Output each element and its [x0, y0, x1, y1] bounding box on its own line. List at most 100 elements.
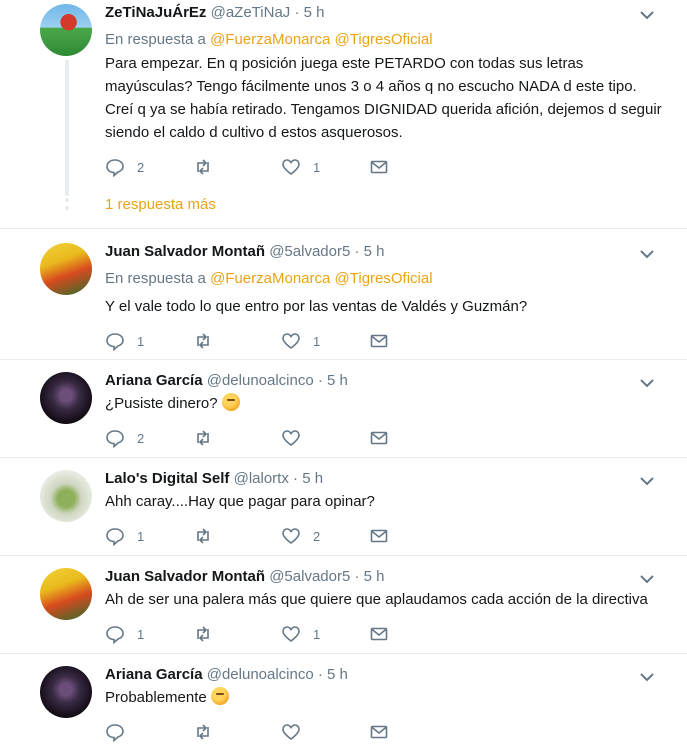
avatar[interactable] — [40, 568, 92, 620]
reply-context: En respuesta a @FuerzaMonarca @TigresOfi… — [105, 31, 433, 48]
handle[interactable]: @delunoalcinco — [207, 372, 314, 389]
chevron-down-icon[interactable] — [639, 375, 655, 391]
envelope-icon — [370, 431, 388, 445]
mention-link[interactable]: @TigresOficial — [335, 31, 433, 48]
chevron-down-icon[interactable] — [639, 473, 655, 489]
reply-button[interactable]: 1 — [105, 526, 144, 546]
reply-icon — [106, 430, 124, 448]
timestamp[interactable]: · 5 h — [294, 4, 324, 21]
reply-button[interactable]: 1 — [105, 331, 144, 351]
tweet[interactable]: Ariana García @delunoalcinco · 5 h ¿Pusi… — [0, 370, 687, 458]
retweet-button[interactable] — [193, 428, 225, 448]
retweet-icon — [197, 430, 209, 446]
retweet-button[interactable] — [193, 722, 225, 742]
reply-count: 2 — [137, 430, 145, 446]
reply-prefix: En respuesta a — [105, 31, 206, 48]
reply-button[interactable] — [105, 722, 137, 742]
divider — [0, 359, 687, 360]
dm-button[interactable] — [369, 428, 389, 448]
dm-button[interactable] — [369, 157, 389, 177]
divider — [0, 457, 687, 458]
like-button[interactable] — [281, 722, 313, 742]
chevron-down-icon[interactable] — [639, 669, 655, 685]
heart-icon — [282, 159, 300, 176]
divider — [0, 653, 687, 654]
mention-link[interactable]: @FuerzaMonarca — [210, 31, 330, 48]
mention-link[interactable]: @TigresOficial — [335, 270, 433, 287]
tweet-text: Y el vale todo lo que entro por las vent… — [105, 298, 528, 315]
retweet-button[interactable] — [193, 157, 225, 177]
thread-dots — [65, 198, 69, 214]
dm-button[interactable] — [369, 331, 389, 351]
dm-button[interactable] — [369, 722, 389, 742]
dm-button[interactable] — [369, 624, 389, 644]
like-button[interactable]: 1 — [281, 157, 320, 177]
handle[interactable]: @lalortx — [234, 470, 289, 487]
mention-link[interactable]: @FuerzaMonarca — [210, 270, 330, 287]
show-more-replies-link[interactable]: 1 respuesta más — [105, 196, 216, 213]
tweet[interactable]: Ariana García @delunoalcinco · 5 h Proba… — [0, 664, 687, 750]
avatar[interactable] — [40, 372, 92, 424]
retweet-button[interactable] — [193, 624, 225, 644]
display-name[interactable]: Lalo's Digital Self — [105, 470, 229, 487]
timestamp[interactable]: · 5 h — [318, 372, 348, 389]
chevron-down-icon[interactable] — [639, 571, 655, 587]
tweet-text-row: ¿Pusiste dinero? — [105, 392, 665, 415]
display-name[interactable]: Juan Salvador Montañ — [105, 568, 265, 585]
avatar[interactable] — [40, 666, 92, 718]
tweet[interactable]: Lalo's Digital Self @lalortx · 5 h Ahh c… — [0, 468, 687, 556]
reply-icon — [106, 528, 124, 546]
tweet-text: ¿Pusiste dinero? — [105, 395, 218, 412]
avatar[interactable] — [40, 4, 92, 56]
display-name[interactable]: ZeTiNaJuÁrEz — [105, 4, 206, 21]
reply-count: 2 — [137, 159, 145, 175]
like-button[interactable]: 1 — [281, 331, 320, 351]
retweet-button[interactable] — [193, 331, 225, 351]
handle[interactable]: @5alvador5 — [269, 568, 350, 585]
chevron-down-icon[interactable] — [639, 246, 655, 262]
handle[interactable]: @delunoalcinco — [207, 666, 314, 683]
tweet[interactable]: Juan Salvador Montañ @5alvador5 · 5 h Ah… — [0, 566, 687, 654]
envelope-icon — [370, 160, 388, 174]
tweet-text-row: Probablemente — [105, 686, 665, 709]
dm-button[interactable] — [369, 526, 389, 546]
thread-line — [65, 60, 69, 196]
heart-icon — [282, 724, 300, 741]
display-name[interactable]: Ariana García — [105, 666, 203, 683]
display-name[interactable]: Ariana García — [105, 372, 203, 389]
tweet[interactable]: ZeTiNaJuÁrEz @aZeTiNaJ · 5 h En respuest… — [0, 0, 687, 228]
tweet[interactable]: Juan Salvador Montañ @5alvador5 · 5 h En… — [0, 240, 687, 351]
like-button[interactable] — [281, 428, 313, 448]
timestamp[interactable]: · 5 h — [293, 470, 323, 487]
chevron-down-icon[interactable] — [639, 7, 655, 23]
avatar[interactable] — [40, 243, 92, 295]
reply-button[interactable]: 2 — [105, 157, 144, 177]
timestamp[interactable]: · 5 h — [318, 666, 348, 683]
timestamp[interactable]: · 5 h — [354, 568, 384, 585]
tweet-text: Ah de ser una palera más que quiere que … — [105, 591, 648, 608]
reply-count: 1 — [137, 528, 145, 544]
display-name[interactable]: Juan Salvador Montañ — [105, 243, 265, 260]
reply-button[interactable]: 2 — [105, 428, 144, 448]
avatar[interactable] — [40, 470, 92, 522]
retweet-button[interactable] — [193, 526, 225, 546]
reply-icon — [106, 333, 124, 351]
envelope-icon — [370, 725, 388, 739]
like-button[interactable]: 1 — [281, 624, 320, 644]
retweet-icon — [197, 626, 209, 642]
heart-icon — [282, 430, 300, 447]
retweet-icon — [197, 724, 209, 740]
tweet-header: Juan Salvador Montañ @5alvador5 · 5 h — [105, 568, 385, 585]
divider — [0, 228, 687, 229]
reply-icon — [106, 159, 124, 177]
handle[interactable]: @5alvador5 — [269, 243, 350, 260]
like-count: 1 — [313, 626, 321, 642]
reply-button[interactable]: 1 — [105, 624, 144, 644]
handle[interactable]: @aZeTiNaJ — [211, 4, 291, 21]
tweet-header: Lalo's Digital Self @lalortx · 5 h — [105, 470, 323, 487]
like-button[interactable]: 2 — [281, 526, 320, 546]
envelope-icon — [370, 529, 388, 543]
tweet-header: Ariana García @delunoalcinco · 5 h — [105, 666, 348, 683]
timestamp[interactable]: · 5 h — [354, 243, 384, 260]
thinking-face-emoji — [221, 393, 240, 411]
